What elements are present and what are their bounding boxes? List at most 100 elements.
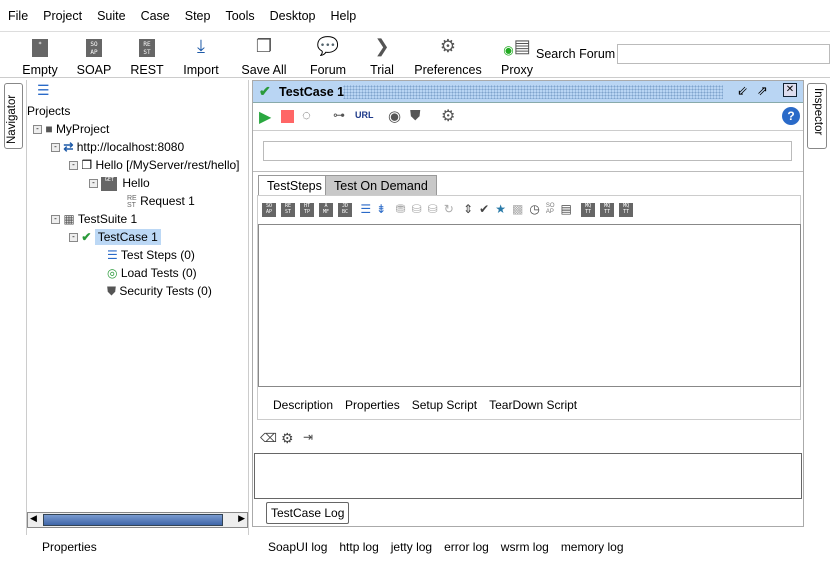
jdbc-step-icon[interactable]: JD BC <box>338 202 352 217</box>
datagen-icon[interactable]: ⛁ <box>428 202 438 216</box>
testcase-log-button[interactable]: TestCase Log <box>266 502 350 524</box>
tree-item-testsuite[interactable]: - ▦ TestSuite 1 <box>51 212 137 226</box>
list-view-icon[interactable]: ☰ <box>37 82 50 99</box>
tab-teardown-script[interactable]: TearDown Script <box>489 398 577 412</box>
soap-button[interactable]: SO AP SOAP <box>74 33 114 77</box>
search-forum-input[interactable] <box>617 44 830 64</box>
tab-teststeps[interactable]: TestSteps <box>258 175 331 195</box>
preferences-button[interactable]: ⚙ Preferences <box>414 33 482 77</box>
groovy-icon[interactable]: ▩ <box>512 202 523 216</box>
gear-icon[interactable]: ⚙ <box>281 430 294 447</box>
soap-icon: SO AP <box>86 39 102 57</box>
load-test-icon[interactable]: ◉ <box>388 107 401 125</box>
rest-icon: RE ST <box>139 39 155 57</box>
menu-project[interactable]: Project <box>43 9 82 23</box>
tab-setup-script[interactable]: Setup Script <box>412 398 477 412</box>
datasource-icon[interactable]: ⛃ <box>396 202 406 216</box>
property-transfer-icon[interactable]: ☰ <box>360 202 371 216</box>
tab-jetty-log[interactable]: jetty log <box>391 540 432 554</box>
teststeps-list[interactable] <box>258 224 801 387</box>
loop-icon[interactable]: ◌ <box>302 107 311 124</box>
scrollbar-thumb[interactable] <box>43 514 223 526</box>
save-all-label: Save All <box>241 63 287 77</box>
comment-icon[interactable]: ▤ <box>561 202 572 216</box>
tab-description[interactable]: Description <box>273 398 333 412</box>
tree-label: MyProject <box>55 122 110 136</box>
tab-error-log[interactable]: error log <box>444 540 489 554</box>
tree-item-load-tests[interactable]: ◎ Load Tests (0) <box>107 266 197 280</box>
star-icon[interactable]: ★ <box>495 202 506 216</box>
horizontal-scrollbar[interactable]: ◀ ▶ <box>27 512 248 528</box>
rest-step-icon[interactable]: RE ST <box>281 202 295 217</box>
proxy-button[interactable]: ◉ ▤ Proxy <box>498 33 536 77</box>
properties-step-icon[interactable]: ⇟ <box>376 202 386 216</box>
tab-http-log[interactable]: http log <box>339 540 378 554</box>
tree-item-resource[interactable]: - ❐ Hello [/MyServer/rest/hello] <box>69 158 240 172</box>
gear-icon[interactable]: ⚙ <box>441 106 455 126</box>
testcase-log-area[interactable] <box>254 453 802 499</box>
run-icon[interactable]: ▶ <box>259 107 271 127</box>
rest-button[interactable]: RE ST REST <box>127 33 167 77</box>
export-icon[interactable]: ⇥ <box>303 430 313 444</box>
tab-wsrm-log[interactable]: wsrm log <box>501 540 549 554</box>
soap-label: SOAP <box>76 63 112 77</box>
datasink-icon[interactable]: ⛁ <box>412 202 422 216</box>
forum-icon: 💬 <box>316 36 340 56</box>
url-button[interactable]: URL <box>355 110 374 120</box>
soap-step-icon[interactable]: SO AP <box>262 202 276 217</box>
gear-icon: ⚙ <box>439 36 457 56</box>
import-button[interactable]: ⤓ Import <box>177 33 225 77</box>
menu-desktop[interactable]: Desktop <box>270 9 316 23</box>
scroll-left-icon[interactable]: ◀ <box>30 513 37 524</box>
key-icon[interactable]: ⊶ <box>333 108 345 122</box>
delay-icon[interactable]: ◷ <box>529 202 539 216</box>
http-step-icon[interactable]: HT TP <box>300 202 314 217</box>
tree-item-security-tests[interactable]: ⛊ Security Tests (0) <box>107 284 212 299</box>
help-icon[interactable]: ? <box>782 107 800 125</box>
tree-item-request[interactable]: RE ST Request 1 <box>127 194 195 209</box>
tree-item-testcase[interactable]: - ✔ TestCase 1 <box>69 229 161 245</box>
tree-item-method[interactable]: - GET Hello <box>89 176 150 191</box>
tab-soapui-log[interactable]: SoapUI log <box>268 540 327 554</box>
close-icon[interactable]: ✕ <box>783 83 797 97</box>
mqtt-receive-icon[interactable]: MQ TT <box>600 202 615 217</box>
tab-properties[interactable]: Properties <box>345 398 400 412</box>
menu-step[interactable]: Step <box>185 9 211 23</box>
assertion-icon[interactable]: ✔ <box>479 202 489 216</box>
testcase-progress-field[interactable] <box>263 141 792 161</box>
navigator-tab[interactable]: Navigator <box>4 83 23 149</box>
rest-request-icon: RE ST <box>127 194 137 209</box>
title-drag-area[interactable] <box>343 85 723 99</box>
inspector-tab[interactable]: Inspector <box>807 83 827 149</box>
amf-step-icon[interactable]: A MF <box>319 202 333 217</box>
menu-help[interactable]: Help <box>331 9 357 23</box>
minimize-icon[interactable]: ⇙ <box>737 83 748 99</box>
detach-icon[interactable]: ⇗ <box>757 83 768 99</box>
trial-button[interactable]: ❯ Trial <box>364 33 400 77</box>
shield-icon[interactable]: ⛊ <box>410 107 421 124</box>
mqtt-drop-icon[interactable]: MQ TT <box>619 202 634 217</box>
menu-file[interactable]: File <box>8 9 28 23</box>
mqtt-publish-icon[interactable]: MQ TT <box>581 202 596 217</box>
tree-item-endpoint[interactable]: - ⇄ http://localhost:8080 <box>51 140 184 154</box>
menu-case[interactable]: Case <box>141 9 170 23</box>
preferences-label: Preferences <box>414 63 482 77</box>
forum-button[interactable]: 💬 Forum <box>306 33 350 77</box>
scroll-right-icon[interactable]: ▶ <box>238 513 245 524</box>
tree-item-myproject[interactable]: - ■ MyProject <box>33 122 109 136</box>
tree-label: Hello <box>122 176 150 190</box>
eraser-icon[interactable]: ⌫ <box>260 431 277 445</box>
save-all-button[interactable]: ❐ Save All <box>238 33 290 77</box>
menu-suite[interactable]: Suite <box>97 9 126 23</box>
mock-soap-icon[interactable]: SO AP <box>546 203 555 215</box>
dataloop-icon[interactable]: ↻ <box>444 202 454 216</box>
menu-tools[interactable]: Tools <box>225 9 254 23</box>
empty-button[interactable]: * Empty <box>20 33 60 77</box>
properties-tab[interactable]: Properties <box>42 540 97 554</box>
stop-icon[interactable] <box>281 110 294 123</box>
forum-label: Forum <box>309 63 347 77</box>
tab-test-on-demand[interactable]: Test On Demand <box>325 175 437 195</box>
tab-memory-log[interactable]: memory log <box>561 540 624 554</box>
goto-icon[interactable]: ⇕ <box>463 202 473 216</box>
tree-item-test-steps[interactable]: ☰ Test Steps (0) <box>107 248 195 262</box>
